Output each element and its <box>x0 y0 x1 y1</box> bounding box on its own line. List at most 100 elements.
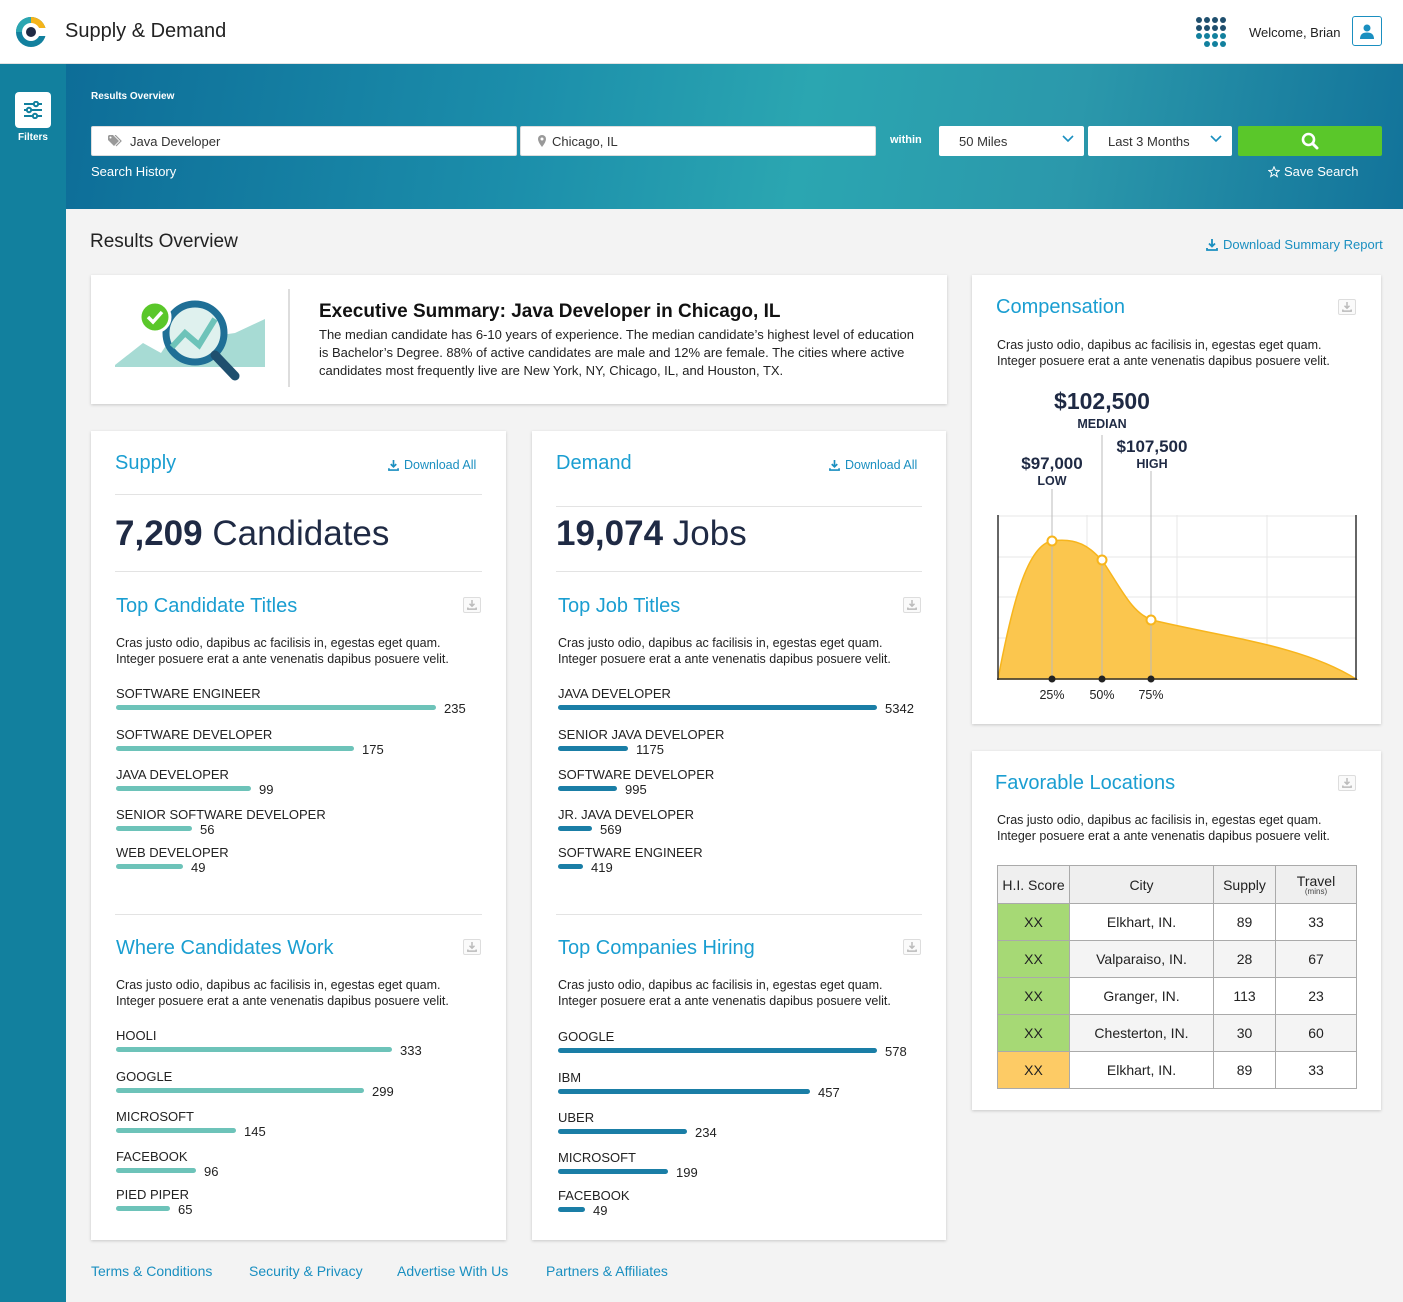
table-row[interactable]: XX Elkhart, IN. 89 33 <box>997 903 1357 941</box>
date-range-select[interactable]: Last 3 Months <box>1088 126 1232 156</box>
welcome-text: Welcome, Brian <box>1249 25 1341 40</box>
location-input[interactable]: Chicago, IL <box>520 126 876 156</box>
table-row[interactable]: XX Valparaiso, IN. 28 67 <box>997 940 1357 978</box>
bar-value: 199 <box>676 1165 698 1180</box>
median-value: $102,500 <box>1054 388 1150 414</box>
cell-supply: 28 <box>1213 940 1276 978</box>
table-header-row: H.I. Score City Supply Travel (mins) <box>997 865 1357 904</box>
column-header-supply[interactable]: Supply <box>1213 865 1276 904</box>
cell-travel: 33 <box>1275 1051 1357 1089</box>
bar <box>558 1089 810 1094</box>
bar-value: 99 <box>259 782 274 797</box>
bar-value: 56 <box>200 822 215 837</box>
tick-25: 25% <box>1039 688 1065 702</box>
bar <box>558 864 583 869</box>
compensation-card: Compensation Cras justo odio, dapibus ac… <box>972 275 1381 724</box>
bar-label: HOOLI <box>116 1028 157 1043</box>
bar-label: PIED PIPER <box>116 1187 189 1202</box>
table-row[interactable]: XX Granger, IN. 113 23 <box>997 977 1357 1015</box>
cell-score: XX <box>997 1051 1070 1089</box>
supply-download-all-link[interactable]: Download All <box>388 458 476 472</box>
top-companies-hiring-description: Cras justo odio, dapibus ac facilisis in… <box>558 978 891 1008</box>
bar-label: IBM <box>558 1070 582 1085</box>
download-report-label: Download Summary Report <box>1223 237 1383 252</box>
where-candidates-work-download-button[interactable] <box>463 939 481 955</box>
low-value: $97,000 <box>1021 454 1083 473</box>
favorable-locations-download-button[interactable] <box>1338 775 1356 791</box>
cell-city: Elkhart, IN. <box>1069 1051 1214 1089</box>
demand-download-all-link[interactable]: Download All <box>829 458 917 472</box>
table-body: XX Elkhart, IN. 89 33 XX Valparaiso, IN. 28 67 X… <box>997 903 1357 1089</box>
top-candidate-titles-description: Cras justo odio, dapibus ac facilisis in… <box>116 636 449 666</box>
compensation-download-button[interactable] <box>1338 299 1356 315</box>
column-header-city[interactable]: City <box>1069 865 1214 904</box>
save-search-link[interactable]: Save Search <box>1268 164 1358 179</box>
footer-link-advertise[interactable]: Advertise With Us <box>397 1263 508 1279</box>
column-header-score[interactable]: H.I. Score <box>997 865 1070 904</box>
bar-label: WEB DEVELOPER <box>116 845 229 860</box>
app-logo-icon[interactable] <box>15 16 47 48</box>
tick-50: 50% <box>1089 688 1115 702</box>
cell-city: Elkhart, IN. <box>1069 903 1214 941</box>
map-pin-icon <box>538 135 546 147</box>
demand-title: Demand <box>556 452 632 474</box>
keyword-input[interactable]: Java Developer <box>91 126 517 156</box>
compensation-description: Cras justo odio, dapibus ac facilisis in… <box>997 338 1330 368</box>
top-job-titles-download-button[interactable] <box>903 597 921 613</box>
job-count: 19,074 Jobs <box>556 514 747 554</box>
table-row[interactable]: XX Chesterton, IN. 30 60 <box>997 1014 1357 1052</box>
download-icon <box>907 942 917 952</box>
bar <box>558 746 628 751</box>
bar <box>116 1047 392 1052</box>
top-candidate-titles-download-button[interactable] <box>463 597 481 613</box>
bar-value: 235 <box>444 701 466 716</box>
divider <box>288 289 290 387</box>
search-history-link[interactable]: Search History <box>91 164 176 179</box>
table-row[interactable]: XX Elkhart, IN. 89 33 <box>997 1051 1357 1089</box>
download-icon <box>1206 238 1218 251</box>
cell-travel: 60 <box>1275 1014 1357 1052</box>
bar-label: SOFTWARE DEVELOPER <box>558 767 715 782</box>
save-search-label: Save Search <box>1284 164 1359 179</box>
bar-label: FACEBOOK <box>116 1149 188 1164</box>
bar-value: 175 <box>362 742 384 757</box>
cell-travel: 67 <box>1275 940 1357 978</box>
footer-link-partners[interactable]: Partners & Affiliates <box>546 1263 668 1279</box>
bar-value: 578 <box>885 1044 907 1059</box>
cell-city: Valparaiso, IN. <box>1069 940 1214 978</box>
bar <box>116 1128 236 1133</box>
bar <box>116 705 436 710</box>
filters-button[interactable] <box>15 92 51 128</box>
cell-travel: 23 <box>1275 977 1357 1015</box>
column-header-travel[interactable]: Travel (mins) <box>1275 865 1357 904</box>
download-summary-report-link[interactable]: Download Summary Report <box>1206 237 1383 252</box>
distance-select[interactable]: 50 Miles <box>939 126 1084 156</box>
bar-label: GOOGLE <box>116 1069 173 1084</box>
user-profile-button[interactable] <box>1352 16 1382 46</box>
bar-label: SOFTWARE DEVELOPER <box>116 727 273 742</box>
footer-link-security[interactable]: Security & Privacy <box>249 1263 363 1279</box>
tag-icon <box>108 135 122 147</box>
search-button[interactable] <box>1238 126 1382 156</box>
job-count-unit: Jobs <box>672 514 747 553</box>
bar-label: GOOGLE <box>558 1029 615 1044</box>
bar <box>116 1206 170 1211</box>
cell-city: Chesterton, IN. <box>1069 1014 1214 1052</box>
bar-value: 65 <box>178 1202 193 1217</box>
download-icon <box>467 600 477 610</box>
page-title: Results Overview <box>90 231 238 252</box>
apps-grid-icon[interactable] <box>1195 16 1227 48</box>
cell-score: XX <box>997 940 1070 978</box>
median-marker <box>1096 554 1108 566</box>
candidate-count-unit: Candidates <box>212 514 390 553</box>
app-title: Supply & Demand <box>65 20 227 42</box>
divider <box>115 494 482 495</box>
bar-label: JR. JAVA DEVELOPER <box>558 807 695 822</box>
bar-value: 569 <box>600 822 622 837</box>
bar-label: MICROSOFT <box>558 1150 636 1165</box>
bar <box>116 826 192 831</box>
top-companies-hiring-download-button[interactable] <box>903 939 921 955</box>
footer-link-terms[interactable]: Terms & Conditions <box>91 1263 212 1279</box>
candidate-count-value: 7,209 <box>115 514 203 553</box>
hero-title: Results Overview <box>91 91 175 102</box>
